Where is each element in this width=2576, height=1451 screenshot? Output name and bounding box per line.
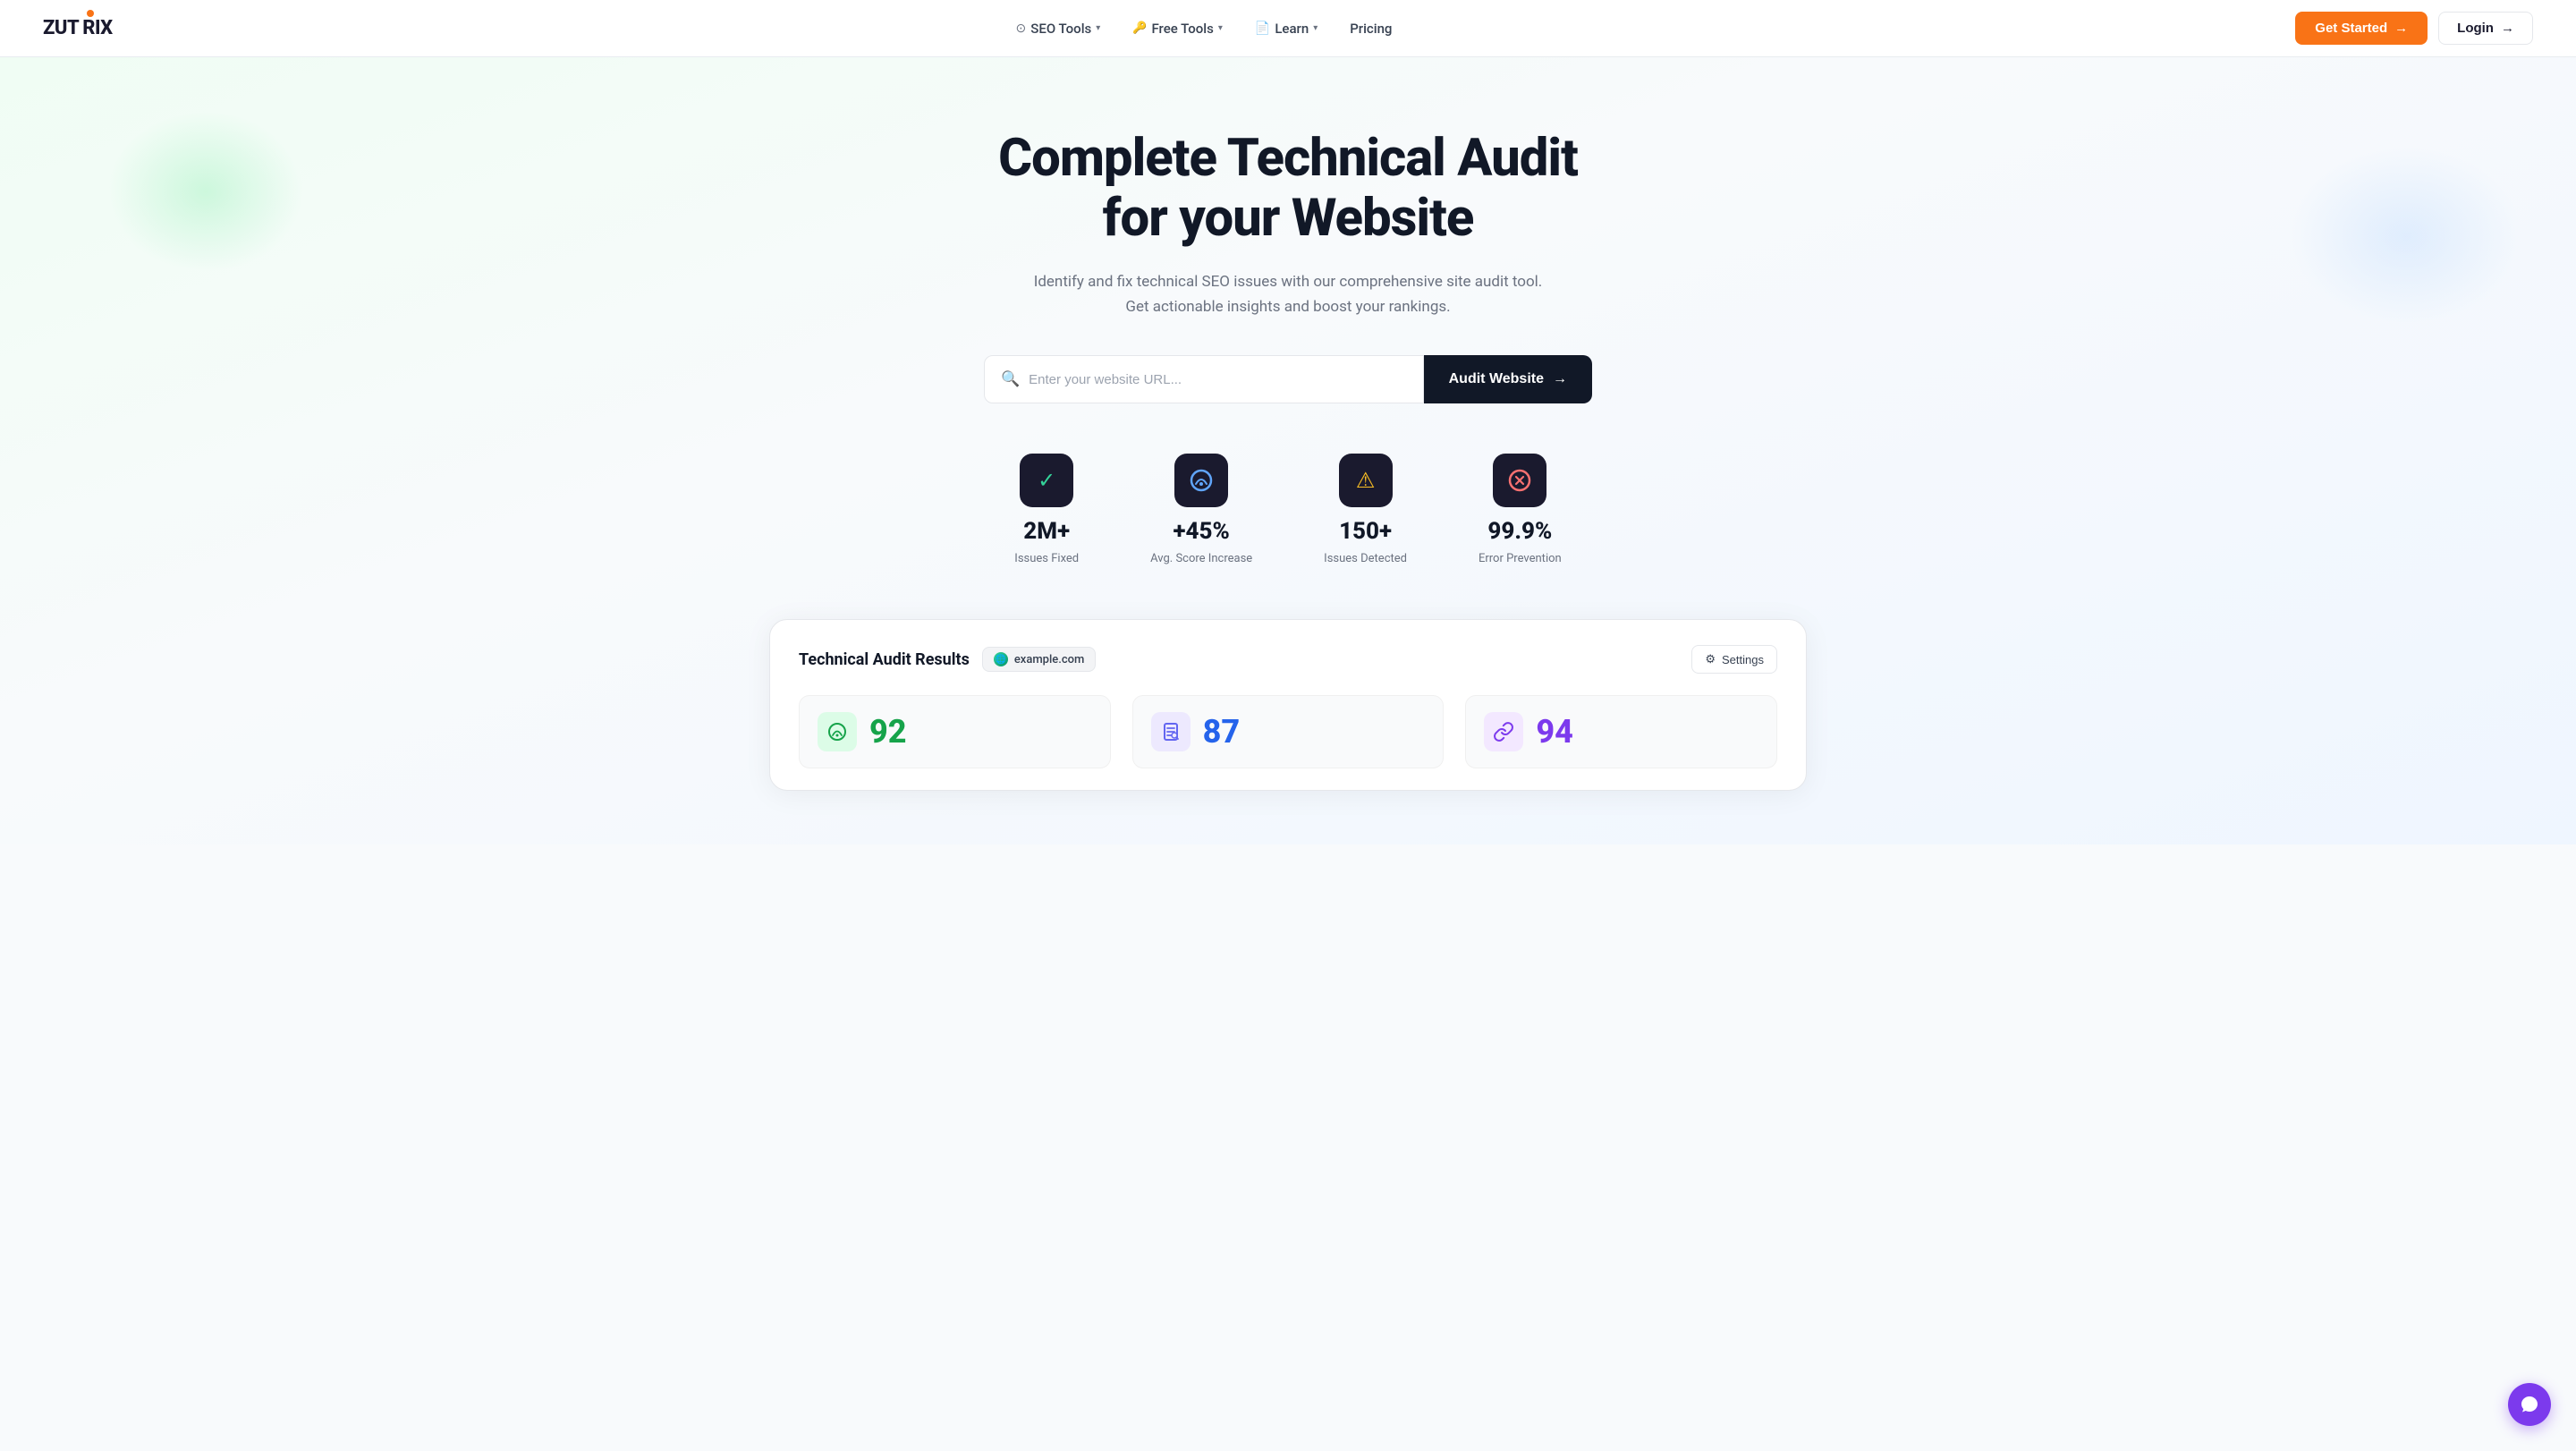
domain-globe-icon: 🌐 (994, 652, 1008, 666)
issues-detected-label: Issues Detected (1324, 552, 1407, 565)
score-increase-icon-box (1174, 454, 1228, 507)
issues-detected-icon-box: ⚠ (1339, 454, 1393, 507)
links-value: 94 (1536, 713, 1573, 751)
warning-icon: ⚠ (1356, 468, 1376, 493)
link-icon (1493, 721, 1514, 742)
seo-icon-box (1151, 712, 1191, 751)
performance-icon-box (818, 712, 857, 751)
chat-bubble[interactable] (2508, 1383, 2551, 1426)
stat-issues-detected: ⚠ 150+ Issues Detected (1324, 454, 1407, 565)
links-icon-box (1484, 712, 1523, 751)
get-started-arrow-icon: → (2394, 21, 2408, 36)
login-arrow-icon: → (2501, 21, 2514, 36)
settings-gear-icon: ⚙ (1705, 652, 1716, 666)
nav-pricing-label: Pricing (1350, 21, 1392, 37)
free-tools-icon: 🔑 (1132, 21, 1147, 35)
url-input[interactable] (1029, 372, 1406, 387)
hero-title-line1: Complete Technical Audit (998, 128, 1578, 189)
nav-learn[interactable]: 📄 Learn ▾ (1242, 13, 1330, 44)
search-icon: 🔍 (1001, 370, 1020, 388)
score-increase-label: Avg. Score Increase (1150, 552, 1252, 565)
navbar: ZUT RIX ⊙ SEO Tools ▾ 🔑 Free Tools ▾ 📄 L… (0, 0, 2576, 57)
nav-actions: Get Started → Login → (2295, 12, 2533, 45)
learn-chevron-icon: ▾ (1313, 23, 1318, 33)
domain-text: example.com (1014, 653, 1085, 666)
score-increase-value: +45% (1174, 518, 1230, 545)
results-section: Technical Audit Results 🌐 example.com ⚙ … (21, 619, 2555, 791)
login-label: Login (2457, 21, 2494, 36)
search-row: 🔍 Audit Website → (984, 355, 1592, 403)
settings-button[interactable]: ⚙ Settings (1691, 645, 1777, 674)
stat-issues-fixed: ✓ 2M+ Issues Fixed (1014, 454, 1079, 565)
error-prevention-value: 99.9% (1487, 518, 1552, 545)
chat-icon (2520, 1395, 2539, 1414)
stat-score-increase: +45% Avg. Score Increase (1150, 454, 1252, 565)
free-tools-chevron-icon: ▾ (1218, 23, 1223, 33)
card-title: Technical Audit Results (799, 650, 970, 669)
metric-links: 94 (1465, 695, 1777, 768)
audit-button-label: Audit Website (1449, 371, 1544, 387)
error-prevention-label: Error Prevention (1479, 552, 1562, 565)
performance-value: 92 (869, 713, 907, 751)
hero-title-line2: for your Website (1103, 188, 1474, 249)
hero-title: Complete Technical Audit for your Websit… (975, 129, 1601, 248)
metric-seo: 87 (1132, 695, 1445, 768)
issues-fixed-label: Issues Fixed (1014, 552, 1079, 565)
nav-pricing[interactable]: Pricing (1337, 13, 1404, 44)
settings-label: Settings (1722, 653, 1764, 666)
nav-seo-tools[interactable]: ⊙ SEO Tools ▾ (1004, 13, 1114, 44)
issues-fixed-icon-box: ✓ (1020, 454, 1073, 507)
domain-badge: 🌐 example.com (982, 647, 1097, 672)
learn-icon: 📄 (1255, 21, 1270, 36)
nav-links: ⊙ SEO Tools ▾ 🔑 Free Tools ▾ 📄 Learn ▾ P… (1004, 13, 1405, 44)
issues-detected-value: 150+ (1339, 518, 1392, 545)
nav-learn-label: Learn (1275, 21, 1309, 37)
get-started-label: Get Started (2315, 21, 2387, 36)
metric-performance: 92 (799, 695, 1111, 768)
get-started-button[interactable]: Get Started → (2295, 12, 2428, 45)
error-prevention-icon-box (1493, 454, 1546, 507)
seo-tools-chevron-icon: ▾ (1096, 23, 1100, 33)
document-icon (1160, 721, 1182, 742)
search-box: 🔍 (984, 355, 1424, 403)
hero-blob-right (2290, 147, 2522, 326)
hero-blob-left (107, 111, 304, 272)
check-circle-icon: ✓ (1038, 468, 1055, 493)
performance-gauge-icon (826, 721, 848, 742)
seo-value: 87 (1203, 713, 1241, 751)
card-title-row: Technical Audit Results 🌐 example.com (799, 647, 1096, 672)
x-circle-icon (1507, 468, 1532, 493)
stats-row: ✓ 2M+ Issues Fixed +45% Avg. Score Incre… (21, 454, 2555, 565)
logo[interactable]: ZUT RIX (43, 17, 113, 39)
logo-text-2: RIX (82, 17, 112, 39)
nav-seo-tools-label: SEO Tools (1030, 21, 1091, 37)
audit-website-button[interactable]: Audit Website → (1424, 355, 1592, 403)
card-header: Technical Audit Results 🌐 example.com ⚙ … (799, 645, 1777, 674)
login-button[interactable]: Login → (2438, 12, 2533, 45)
nav-free-tools[interactable]: 🔑 Free Tools ▾ (1120, 13, 1235, 44)
stat-error-prevention: 99.9% Error Prevention (1479, 454, 1562, 565)
logo-dot-icon (87, 10, 94, 17)
logo-text: ZUT (43, 17, 79, 39)
nav-free-tools-label: Free Tools (1151, 21, 1213, 37)
speedometer-icon (1189, 468, 1214, 493)
results-card: Technical Audit Results 🌐 example.com ⚙ … (769, 619, 1807, 791)
issues-fixed-value: 2M+ (1023, 518, 1070, 545)
hero-subtitle: Identify and fix technical SEO issues wi… (1029, 269, 1547, 319)
audit-button-arrow-icon: → (1553, 371, 1567, 387)
metrics-row: 92 87 (799, 695, 1777, 768)
hero-section: Complete Technical Audit for your Websit… (0, 57, 2576, 844)
seo-tools-icon: ⊙ (1016, 21, 1027, 36)
